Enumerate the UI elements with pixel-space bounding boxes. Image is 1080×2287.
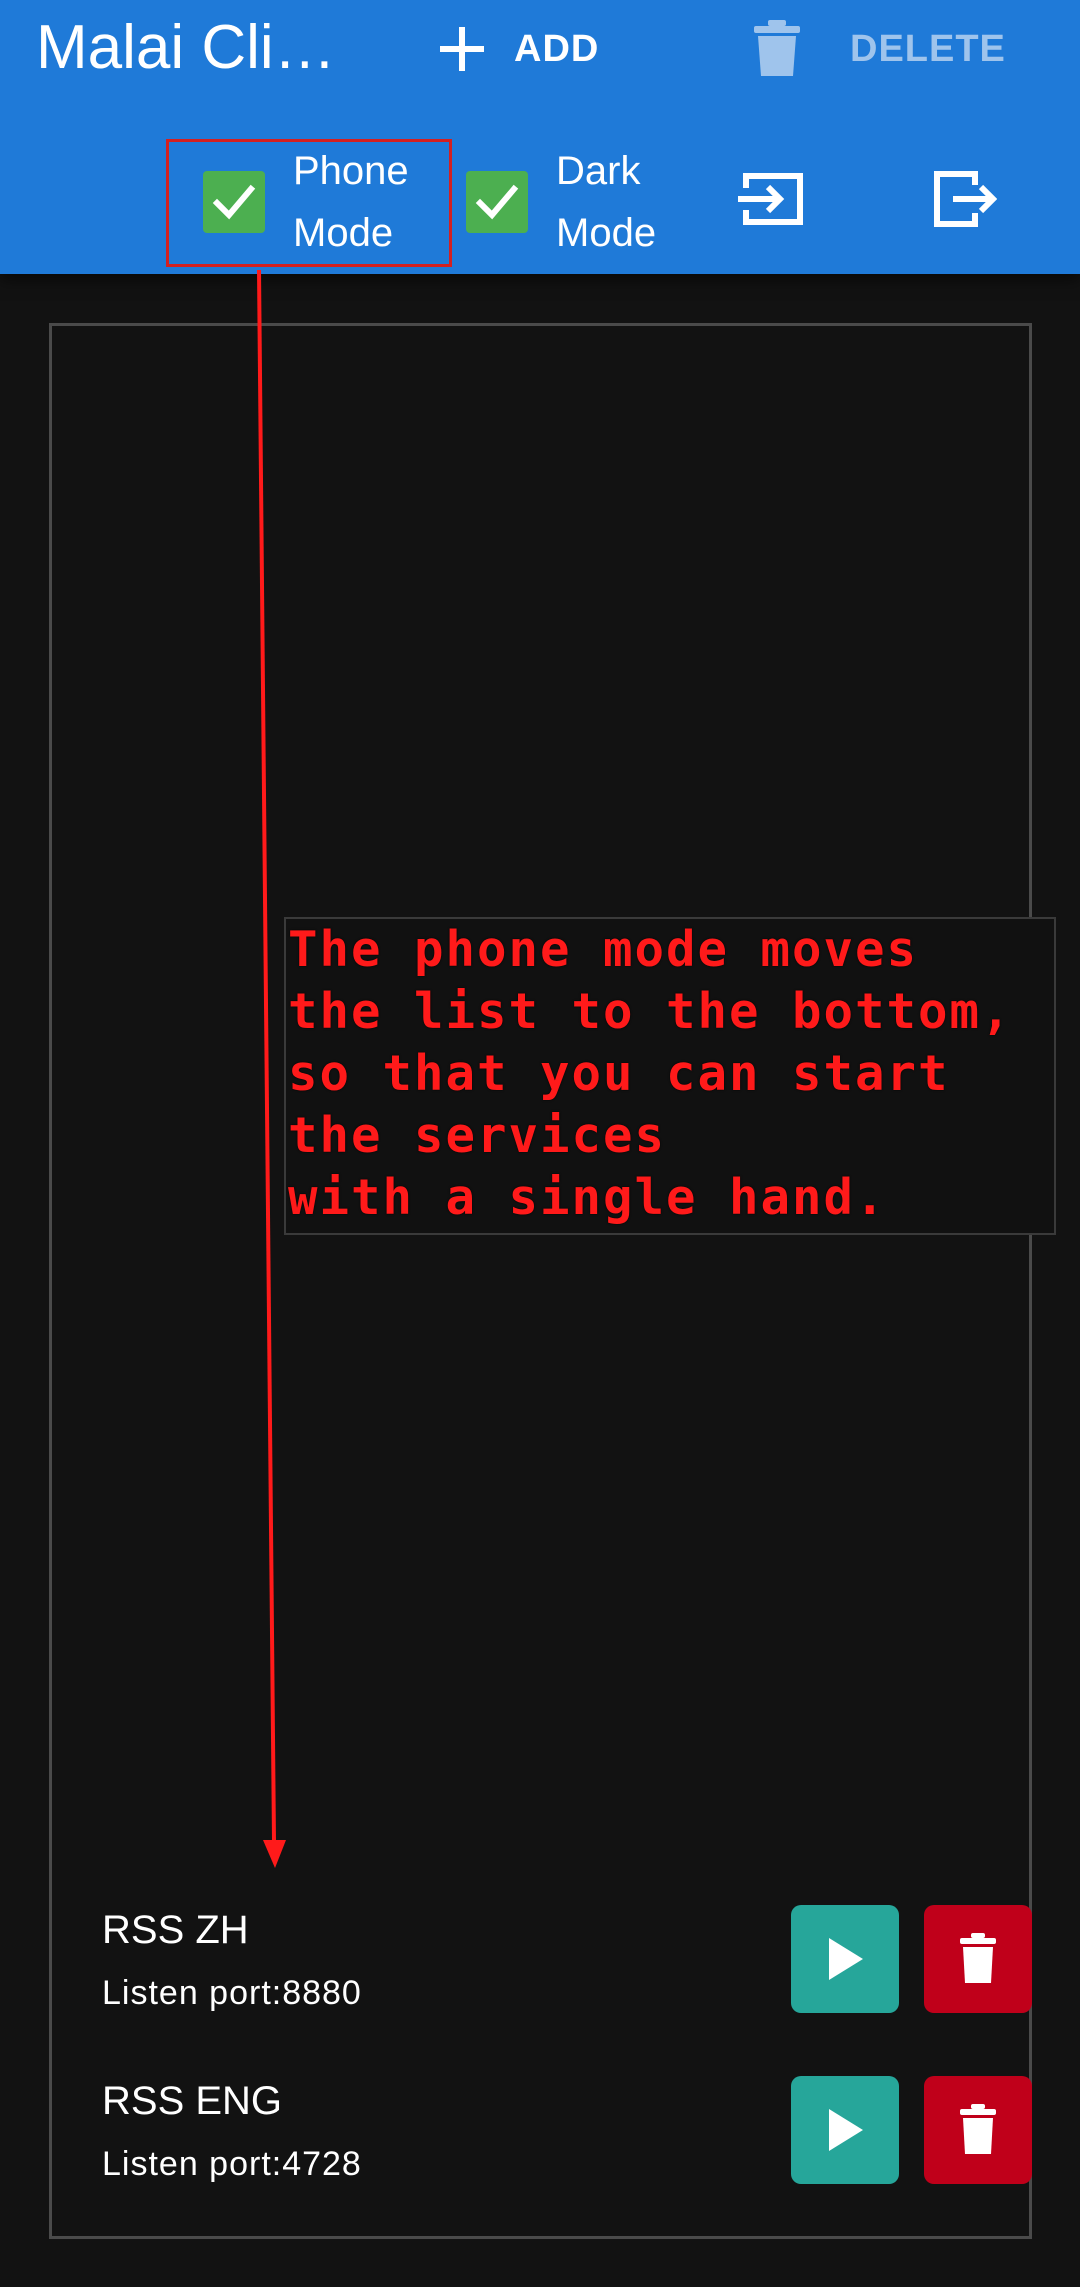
delete-service-button[interactable] xyxy=(924,2076,1032,2184)
app-bar: Malai Cli… ADD DELETE Phone Mode Dark Mo… xyxy=(0,0,1080,274)
dark-mode-label: Dark Mode xyxy=(556,140,686,264)
add-button[interactable]: ADD xyxy=(438,14,599,84)
import-icon xyxy=(738,173,803,225)
list-item[interactable]: RSS ENG Listen port:4728 xyxy=(102,2076,1032,2206)
delete-service-button[interactable] xyxy=(924,1905,1032,2013)
phone-mode-highlight xyxy=(166,139,452,267)
annotation-line: The phone mode moves xyxy=(288,921,919,978)
service-port: Listen port:8880 xyxy=(102,1974,362,2012)
plus-icon xyxy=(438,25,486,73)
trash-icon xyxy=(960,1933,996,1983)
start-service-button[interactable] xyxy=(791,2076,899,2184)
dark-mode-checkbox[interactable] xyxy=(466,171,528,233)
service-list: RSS ZH Listen port:8880 RSS ENG Listen p… xyxy=(49,323,1032,2239)
annotation-line: the services xyxy=(288,1107,667,1164)
app-title: Malai Cli… xyxy=(36,13,336,82)
annotation-line: the list to the bottom, xyxy=(288,983,1013,1040)
annotation-line: so that you can start xyxy=(288,1045,950,1102)
service-port: Listen port:4728 xyxy=(102,2145,362,2183)
dark-mode-label-line2: Mode xyxy=(556,211,657,255)
check-icon xyxy=(475,184,519,220)
dark-mode-label-line1: Dark xyxy=(556,149,641,193)
trash-icon xyxy=(752,20,802,78)
export-icon xyxy=(934,171,997,227)
export-button[interactable] xyxy=(926,166,1002,232)
add-button-label: ADD xyxy=(514,27,600,70)
play-icon xyxy=(829,2109,863,2151)
service-name: RSS ENG xyxy=(102,2079,283,2123)
annotation-line: with a single hand. xyxy=(288,1169,887,1226)
delete-button-label: DELETE xyxy=(850,27,1006,70)
start-service-button[interactable] xyxy=(791,1905,899,2013)
play-icon xyxy=(829,1938,863,1980)
trash-icon xyxy=(960,2104,996,2154)
list-item[interactable]: RSS ZH Listen port:8880 xyxy=(102,1905,1032,2035)
delete-button[interactable]: DELETE xyxy=(752,14,1006,84)
import-button[interactable] xyxy=(733,166,809,232)
annotation-callout: The phone mode moves the list to the bot… xyxy=(284,917,1056,1235)
service-name: RSS ZH xyxy=(102,1908,249,1952)
dark-mode-toggle[interactable]: Dark Mode xyxy=(466,140,686,264)
